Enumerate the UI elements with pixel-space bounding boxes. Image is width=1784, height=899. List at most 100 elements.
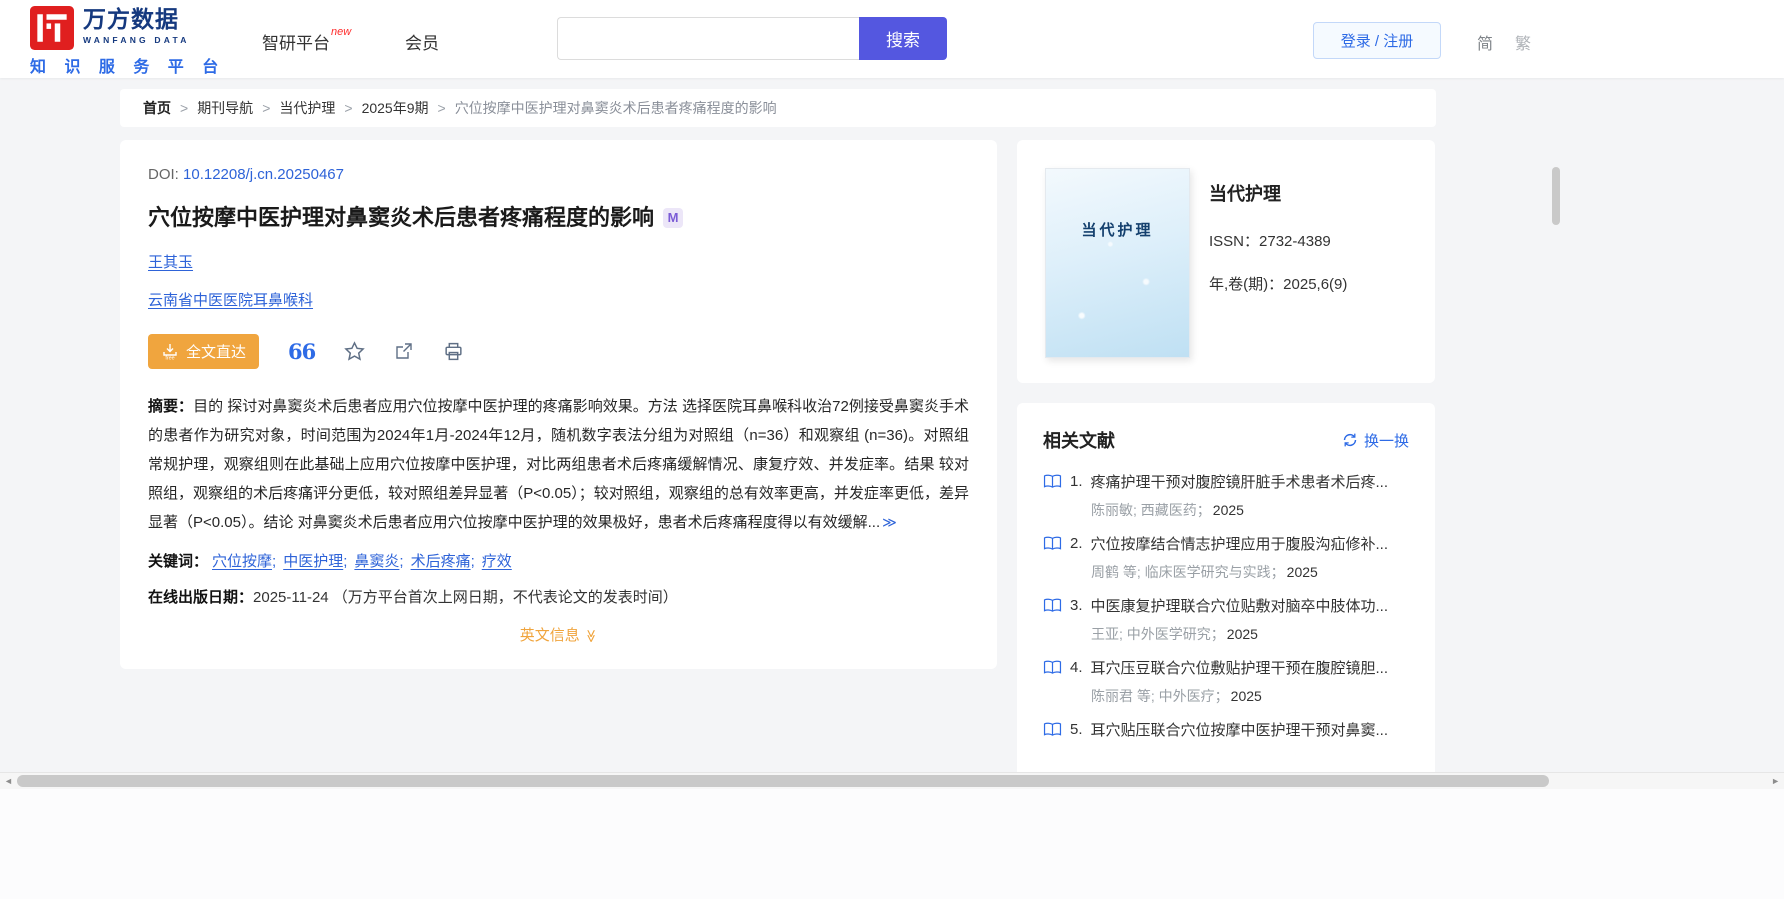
related-doc-authors: 王亚; [1091, 626, 1123, 642]
brand-name: 万方数据 [83, 6, 179, 32]
new-badge: new [331, 26, 352, 39]
related-doc-meta [1043, 748, 1409, 764]
related-doc-meta: 陈丽敏; 西藏医药； 2025 [1043, 500, 1409, 520]
breadcrumb-separator: > [262, 100, 271, 116]
scroll-right-arrow[interactable]: ► [1771, 776, 1780, 786]
login-register-button[interactable]: 登录 / 注册 [1313, 22, 1441, 59]
scroll-left-arrow[interactable]: ◄ [4, 776, 13, 786]
book-icon [1043, 474, 1062, 488]
volume-value: 2025,6(9) [1283, 276, 1348, 293]
horizontal-scrollbar[interactable]: ◄ ► [0, 772, 1784, 789]
keyword-separator: ; [343, 553, 348, 570]
related-doc-link[interactable]: 2. 穴位按摩结合情志护理应用于腹股沟疝修补... [1043, 533, 1409, 554]
related-doc-title: 中医康复护理联合穴位贴敷对脑卒中肢体功... [1090, 598, 1389, 615]
related-doc-meta: 周鹤 等; 临床医学研究与实践； 2025 [1043, 562, 1409, 582]
related-doc-link[interactable]: 3. 中医康复护理联合穴位贴敷对脑卒中肢体功... [1043, 595, 1409, 616]
refresh-related-button[interactable]: 换一换 [1342, 430, 1409, 451]
top-header: 万方数据 WANFANG DATA 知 识 服 务 平 台 智研平台new 会员… [0, 0, 1784, 78]
refresh-label: 换一换 [1363, 432, 1409, 450]
related-docs-title: 相关文献 [1043, 431, 1115, 451]
related-doc-number: 4. [1070, 659, 1083, 676]
related-doc-journal: 西藏医药； [1140, 502, 1211, 518]
keyword-link[interactable]: 疗效 [482, 553, 512, 570]
book-icon [1043, 660, 1062, 674]
breadcrumb-link[interactable]: 首页 [143, 98, 171, 118]
breadcrumb-link[interactable]: 期刊导航 [197, 98, 253, 118]
affiliation-link[interactable]: 云南省中医医院耳鼻喉科 [148, 292, 313, 309]
list-item: 1. 疼痛护理干预对腹腔镜肝脏手术患者术后疼... 陈丽敏; 西藏医药； 2025 [1043, 471, 1409, 520]
list-item: 3. 中医康复护理联合穴位贴敷对脑卒中肢体功... 王亚; 中外医学研究； 202… [1043, 595, 1409, 644]
book-icon [1043, 536, 1062, 550]
keyword-link[interactable]: 中医护理 [283, 553, 343, 570]
related-doc-meta: 陈丽君 等; 中外医疗； 2025 [1043, 686, 1409, 706]
list-item: 2. 穴位按摩结合情志护理应用于腹股沟疝修补... 周鹤 等; 临床医学研究与实… [1043, 533, 1409, 582]
keyword-separator: ; [399, 553, 404, 570]
search-bar: 搜索 [557, 17, 947, 60]
related-docs-list: 1. 疼痛护理干预对腹腔镜肝脏手术患者术后疼... 陈丽敏; 西藏医药； 2025… [1043, 471, 1409, 764]
article-card: DOI: 10.12208/j.cn.20250467 穴位按摩中医护理对鼻窦炎… [120, 140, 997, 669]
related-doc-year: 2025 [1286, 564, 1318, 580]
publish-date-note: （万方平台首次上网日期，不代表论文的发表时间） [328, 589, 678, 606]
book-icon [1043, 598, 1062, 612]
related-doc-link[interactable]: 1. 疼痛护理干预对腹腔镜肝脏手术患者术后疼... [1043, 471, 1409, 492]
search-button[interactable]: 搜索 [859, 17, 947, 60]
related-doc-journal: 中外医学研究； [1126, 626, 1225, 642]
bottom-empty-area [0, 789, 1784, 899]
keyword-link[interactable]: 鼻窦炎 [354, 553, 399, 570]
publish-date-label: 在线出版日期： [148, 589, 254, 606]
breadcrumb-separator: > [180, 100, 189, 116]
nav-member-label: 会员 [405, 34, 439, 53]
fulltext-button-label: 全文直达 [186, 343, 247, 361]
lang-simplified-toggle[interactable]: 简 [1477, 30, 1493, 54]
breadcrumb-separator: > [344, 100, 353, 116]
related-doc-title: 耳穴压豆联合穴位敷贴护理干预在腹腔镜胆... [1090, 660, 1389, 677]
vertical-scrollbar-thumb[interactable] [1552, 167, 1560, 225]
breadcrumb-link[interactable]: 穴位按摩中医护理对鼻窦炎术后患者疼痛程度的影响 [455, 98, 777, 118]
keyword-link[interactable]: 术后疼痛 [411, 553, 471, 570]
favorite-star-icon[interactable] [344, 340, 366, 362]
related-doc-number: 5. [1070, 721, 1083, 738]
fulltext-button[interactable]: free 全文直达 [148, 333, 260, 369]
publish-date-row: 在线出版日期：2025-11-24 （万方平台首次上网日期，不代表论文的发表时间… [148, 586, 969, 607]
abstract: 摘要：目的 探讨对鼻窦炎术后患者应用穴位按摩中医护理的疼痛影响效果。方法 选择医… [148, 392, 969, 537]
related-doc-number: 3. [1070, 597, 1083, 614]
share-icon[interactable] [394, 341, 414, 361]
volume-label: 年,卷(期)： [1209, 276, 1284, 293]
abstract-expand-icon[interactable]: ≫ [882, 514, 897, 530]
breadcrumb-link[interactable]: 当代护理 [279, 98, 335, 118]
keywords-row: 关键词： 穴位按摩; 中医护理; 鼻窦炎; 术后疼痛; 疗效 [148, 550, 969, 571]
related-docs-card: 相关文献 换一换 1. 疼痛护理干预对腹腔镜肝脏手术患者术后疼... 陈丽敏; … [1017, 403, 1435, 777]
author-link[interactable]: 王其玉 [148, 254, 193, 271]
related-doc-link[interactable]: 4. 耳穴压豆联合穴位敷贴护理干预在腹腔镜胆... [1043, 657, 1409, 678]
related-doc-journal: 临床医学研究与实践； [1144, 564, 1285, 580]
horizontal-scrollbar-thumb[interactable] [17, 775, 1549, 787]
lang-traditional-toggle[interactable]: 繁 [1515, 30, 1531, 54]
nav-member[interactable]: 会员 [405, 29, 439, 54]
keyword-separator: ; [470, 553, 475, 570]
search-input[interactable] [557, 17, 859, 60]
english-info-toggle[interactable]: 英文信息 ≫ [148, 624, 969, 645]
breadcrumb-link[interactable]: 2025年9期 [362, 98, 429, 118]
related-doc-number: 2. [1070, 535, 1083, 552]
chevron-down-icon: ≫ [583, 629, 599, 643]
print-icon[interactable] [443, 341, 464, 362]
issn-label: ISSN： [1209, 233, 1260, 250]
metrics-badge[interactable]: M [663, 208, 684, 228]
abstract-text: 目的 探讨对鼻窦炎术后患者应用穴位按摩中医护理的疼痛影响效果。方法 选择医院耳鼻… [148, 398, 969, 531]
cite-icon[interactable]: 66 [288, 341, 316, 362]
related-doc-link[interactable]: 5. 耳穴贴压联合穴位按摩中医护理干预对鼻窦... [1043, 719, 1409, 740]
nav-zhiyan-platform[interactable]: 智研平台new [262, 26, 352, 54]
related-doc-authors: 陈丽君 等; [1091, 688, 1155, 704]
related-docs-header: 相关文献 换一换 [1043, 427, 1409, 453]
related-doc-meta: 王亚; 中外医学研究； 2025 [1043, 624, 1409, 644]
related-doc-title: 穴位按摩结合情志护理应用于腹股沟疝修补... [1090, 536, 1389, 553]
keyword-link[interactable]: 穴位按摩 [212, 553, 272, 570]
doi-link[interactable]: 10.12208/j.cn.20250467 [183, 166, 344, 183]
journal-cover[interactable]: 当代护理 [1045, 168, 1190, 358]
related-doc-authors: 周鹤 等; [1091, 564, 1141, 580]
journal-name: 当代护理 [1209, 184, 1281, 204]
wanfang-logo[interactable]: 万方数据 WANFANG DATA 知 识 服 务 平 台 [30, 6, 225, 77]
related-doc-title: 疼痛护理干预对腹腔镜肝脏手术患者术后疼... [1090, 474, 1389, 491]
page-title: 穴位按摩中医护理对鼻窦炎术后患者疼痛程度的影响 M [148, 200, 969, 232]
wanfang-logo-icon [30, 6, 74, 50]
